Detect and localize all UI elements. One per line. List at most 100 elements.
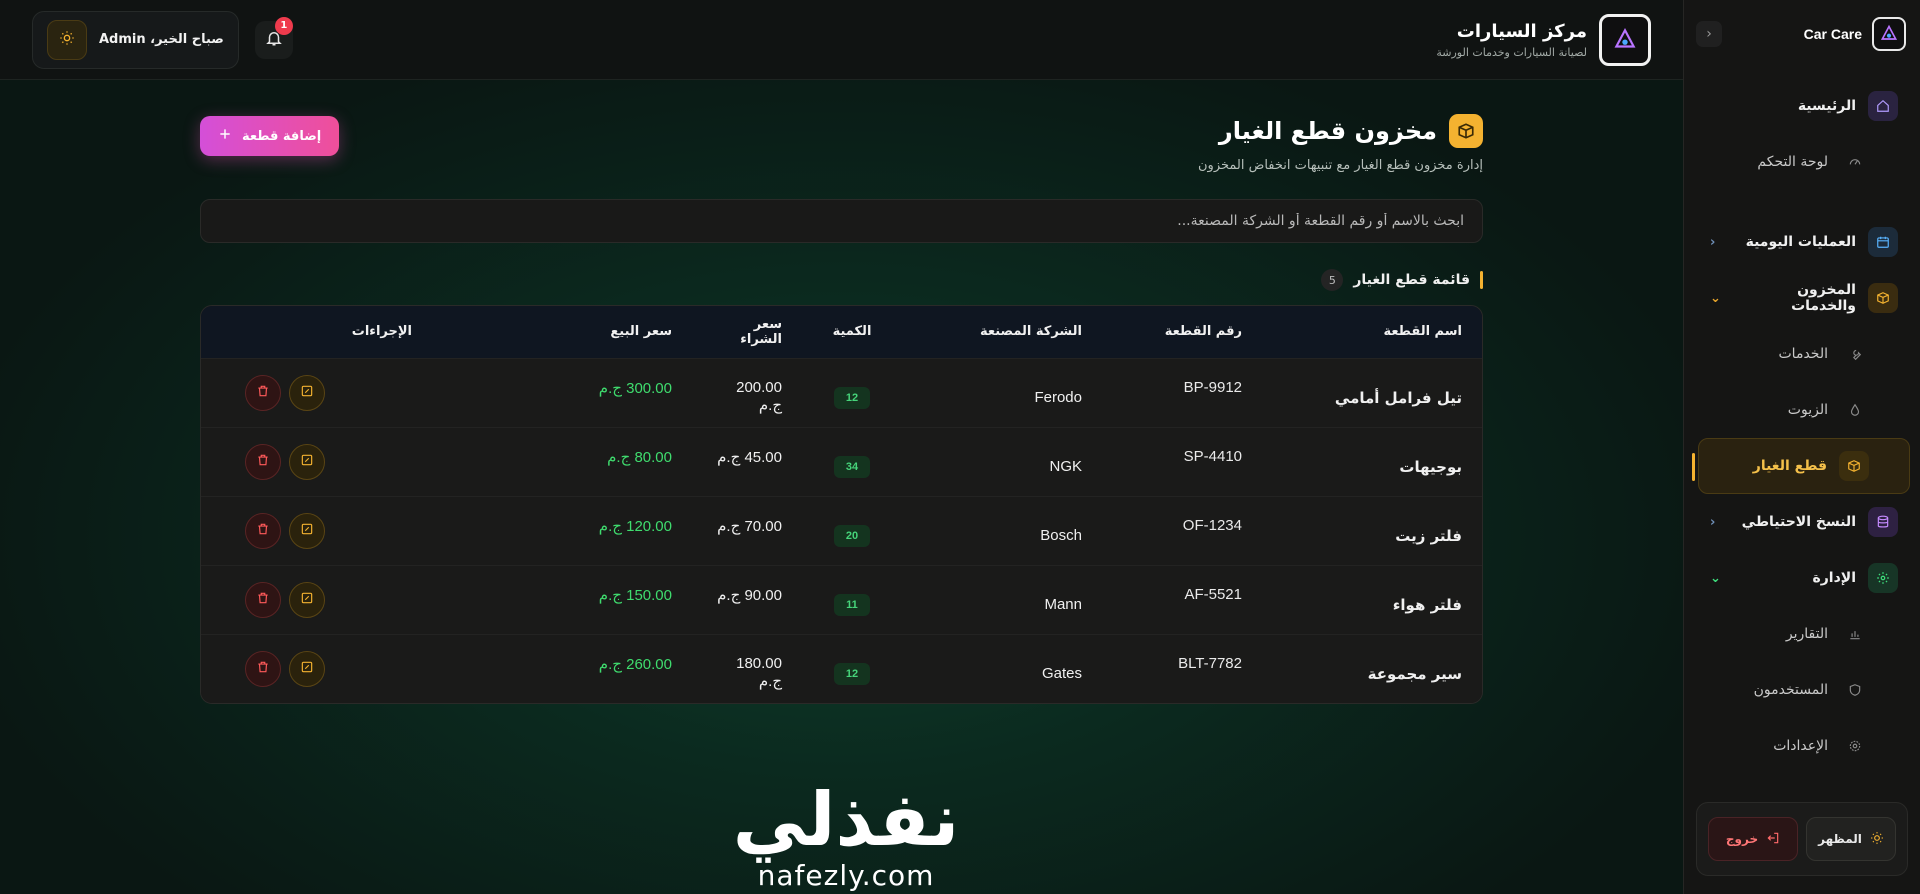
sidebar-item-oils[interactable]: الزيوت — [1698, 382, 1910, 438]
sidebar-item-administration[interactable]: الإدارة ⌄ — [1698, 550, 1910, 606]
watermark: نفذلي nafezly.com — [733, 783, 959, 892]
add-part-button[interactable]: إضافة قطعة — [200, 116, 340, 156]
sun-icon — [1870, 831, 1884, 848]
page-header: مخزون قطع الغيار إدارة مخزون قطع الغيار … — [200, 114, 1483, 173]
sidebar-item-backup[interactable]: النسخ الاحتياطي ‹ — [1698, 494, 1910, 550]
row-actions — [201, 427, 572, 496]
sidebar-item-label: العمليات اليومية — [1745, 234, 1856, 250]
user-greeting: صباح الخير، Admin — [32, 10, 239, 69]
edit-icon — [300, 453, 314, 471]
part-quantity: 12 — [802, 358, 902, 427]
delete-button[interactable] — [245, 512, 281, 549]
shield-icon — [1840, 675, 1870, 705]
sun-icon — [59, 30, 75, 50]
cog-icon — [1868, 563, 1898, 593]
delete-button[interactable] — [245, 581, 281, 618]
edit-icon — [300, 660, 314, 678]
sidebar-item-label: الخدمات — [1778, 346, 1829, 362]
trash-icon — [256, 522, 270, 540]
part-number: BP-9912 — [1183, 378, 1242, 396]
sidebar-item-daily-operations[interactable]: العمليات اليومية ‹ — [1698, 214, 1910, 270]
quantity-badge: 12 — [834, 386, 870, 409]
col-header-part-number: رقم القطعة — [1164, 324, 1242, 340]
app-logo — [1872, 17, 1906, 51]
sidebar-item-settings[interactable]: الإعدادات — [1698, 718, 1910, 774]
part-name: فلتر زيت — [1395, 526, 1462, 545]
part-name: سير مجموعة — [1367, 664, 1462, 683]
workshop-title: مركز السيارات — [1456, 20, 1587, 42]
sidebar-item-inventory-services[interactable]: المخزون والخدمات ⌄ — [1698, 270, 1910, 326]
watermark-latin: nafezly.com — [757, 859, 935, 892]
greeting-text: صباح الخير، Admin — [99, 32, 224, 47]
sidebar-nav: الرئيسية لوحة التحكم العمليات اليومية ‹ — [1684, 68, 1920, 774]
part-manufacturer: Gates — [1041, 665, 1082, 683]
sidebar-item-label: لوحة التحكم — [1757, 154, 1828, 170]
delete-button[interactable] — [245, 374, 281, 411]
edit-button[interactable] — [289, 512, 325, 549]
edit-button[interactable] — [289, 650, 325, 687]
sidebar-brand: Car Care — [1803, 26, 1862, 42]
sidebar-item-home[interactable]: الرئيسية — [1698, 78, 1910, 134]
sidebar-item-label: الزيوت — [1787, 402, 1828, 418]
trash-icon — [256, 591, 270, 609]
edit-button[interactable] — [289, 581, 325, 618]
logout-button[interactable]: خروج — [1708, 817, 1798, 861]
chevron-left-icon: ‹ — [1706, 26, 1712, 42]
edit-button[interactable] — [289, 443, 325, 480]
sidebar-item-dashboard[interactable]: لوحة التحكم — [1698, 134, 1910, 190]
sidebar-item-users[interactable]: المستخدمون — [1698, 662, 1910, 718]
sidebar-item-spare-parts[interactable]: قطع الغيار — [1692, 438, 1910, 494]
part-quantity: 20 — [802, 496, 902, 565]
parts-table: اسم القطعة رقم القطعة الشركة المصنعة الك… — [200, 305, 1483, 704]
delete-button[interactable] — [245, 443, 281, 480]
sidebar-footer: المظهر خروج — [1696, 802, 1908, 876]
table-row: فلتر هواء AF-5521 Mann 11 90.00 ج.م 150.… — [201, 565, 1482, 634]
sidebar-item-label: المخزون والخدمات — [1791, 282, 1856, 314]
part-name: فلتر هواء — [1392, 595, 1462, 614]
theme-toggle-button[interactable]: المظهر — [1806, 817, 1896, 861]
search-input[interactable] — [200, 199, 1483, 243]
sidebar-item-services[interactable]: الخدمات — [1698, 326, 1910, 382]
part-buy-price: 70.00 ج.م — [717, 517, 782, 535]
oil-drop-icon — [1840, 395, 1870, 425]
sidebar-header: Car Care ‹ — [1684, 0, 1920, 68]
edit-icon — [300, 591, 314, 609]
col-header-actions: الإجراءات — [351, 324, 412, 340]
sidebar-item-label: الرئيسية — [1797, 98, 1856, 114]
row-actions — [201, 565, 572, 634]
part-quantity: 12 — [802, 634, 902, 703]
edit-button[interactable] — [289, 374, 325, 411]
page-title-row: مخزون قطع الغيار — [1198, 114, 1483, 148]
part-quantity: 11 — [802, 565, 902, 634]
part-manufacturer: Bosch — [1040, 527, 1082, 544]
sidebar-collapse-button[interactable]: ‹ — [1696, 21, 1722, 47]
action-group — [245, 512, 325, 549]
trash-icon — [256, 453, 270, 471]
notifications-button[interactable]: 1 — [254, 16, 293, 59]
list-count-badge: 5 — [1321, 269, 1344, 291]
theme-label: المظهر — [1818, 832, 1862, 846]
part-manufacturer: Mann — [1044, 596, 1082, 613]
sidebar-item-reports[interactable]: التقارير — [1698, 606, 1910, 662]
row-actions — [201, 496, 572, 565]
table-row: تيل فرامل أمامي BP-9912 Ferodo 12 200.00… — [201, 358, 1482, 427]
main-area: مركز السيارات لصيانة السيارات وخدمات الو… — [0, 0, 1683, 894]
part-number: BLT-7782 — [1178, 654, 1242, 672]
notification-badge: 1 — [274, 16, 293, 35]
table-row: سير مجموعة BLT-7782 Gates 12 180.00 ج.م … — [201, 634, 1482, 703]
part-manufacturer: Ferodo — [1034, 389, 1082, 406]
part-number: SP-4410 — [1183, 447, 1242, 465]
part-buy-price: 45.00 ج.م — [717, 448, 782, 466]
home-icon — [1868, 91, 1898, 121]
edit-icon — [300, 384, 314, 402]
col-header-buy-price: سعر الشراء — [740, 316, 782, 347]
col-header-name: اسم القطعة — [1383, 324, 1462, 340]
sidebar-item-label: المستخدمون — [1753, 682, 1828, 698]
table-row: بوجيهات SP-4410 NGK 34 45.00 ج.م 80.00 ج… — [201, 427, 1482, 496]
col-header-manufacturer: الشركة المصنعة — [979, 324, 1082, 340]
sidebar-item-label: الإدارة — [1812, 570, 1856, 586]
delete-button[interactable] — [245, 650, 281, 687]
add-part-label: إضافة قطعة — [242, 128, 322, 144]
settings-icon — [1840, 731, 1870, 761]
theme-quick-button[interactable] — [47, 19, 87, 60]
